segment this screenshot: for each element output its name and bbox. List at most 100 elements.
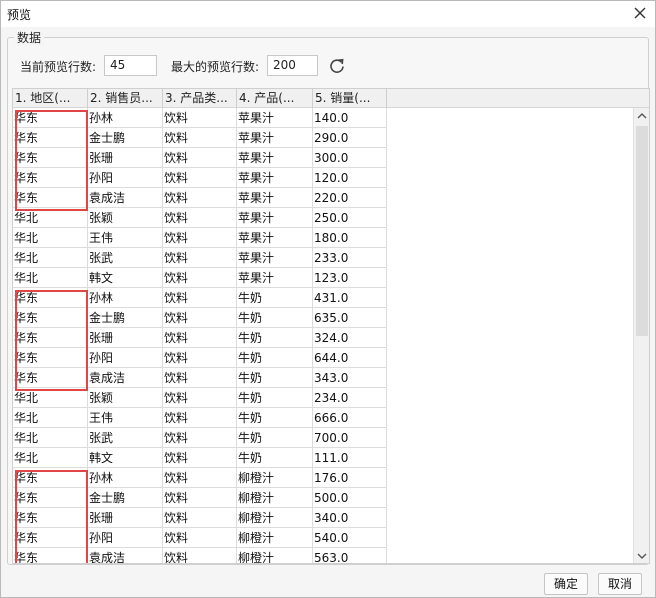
table-cell: 343.0 [313,368,387,388]
table-row[interactable]: 华东 孙林 饮料 牛奶 431.0 [13,288,387,308]
table-row[interactable]: 华东 袁成洁 饮料 牛奶 343.0 [13,368,387,388]
cancel-button[interactable]: 取消 [598,573,642,595]
current-rows-label: 当前预览行数: [20,60,97,74]
table-row[interactable]: 华北 王伟 饮料 牛奶 666.0 [13,408,387,428]
table-cell: 张颖 [88,388,163,408]
table-row[interactable]: 华东 袁成洁 饮料 柳橙汁 563.0 [13,548,387,563]
table-row[interactable]: 华北 张颖 饮料 苹果汁 250.0 [13,208,387,228]
table-cell: 饮料 [163,248,237,268]
table-row[interactable]: 华东 孙阳 饮料 牛奶 644.0 [13,348,387,368]
table-row[interactable]: 华东 张珊 饮料 苹果汁 300.0 [13,148,387,168]
table-row[interactable]: 华东 孙林 饮料 柳橙汁 176.0 [13,468,387,488]
table-row[interactable]: 华北 张武 饮料 牛奶 700.0 [13,428,387,448]
table-cell: 王伟 [88,408,163,428]
table-cell: 华东 [13,488,88,508]
table-cell: 华东 [13,148,88,168]
table-cell: 饮料 [163,268,237,288]
table-row[interactable]: 华北 张颖 饮料 牛奶 234.0 [13,388,387,408]
table-row[interactable]: 华东 金士鹏 饮料 苹果汁 290.0 [13,128,387,148]
table-cell: 华北 [13,208,88,228]
table-cell: 华东 [13,308,88,328]
table-cell: 孙林 [88,288,163,308]
table-cell: 644.0 [313,348,387,368]
table-cell: 饮料 [163,428,237,448]
table-cell: 220.0 [313,188,387,208]
table-cell: 苹果汁 [237,228,313,248]
table-cell: 华北 [13,228,88,248]
table-cell: 饮料 [163,368,237,388]
table-cell: 苹果汁 [237,188,313,208]
refresh-icon[interactable] [328,57,346,75]
table-cell: 孙林 [88,468,163,488]
table-row[interactable]: 华北 韩文 饮料 苹果汁 123.0 [13,268,387,288]
table-cell: 苹果汁 [237,268,313,288]
vertical-scrollbar[interactable] [633,108,649,563]
table-cell: 华东 [13,328,88,348]
title-bar: 预览 [1,1,655,27]
table-cell: 苹果汁 [237,208,313,228]
table-row[interactable]: 华北 韩文 饮料 牛奶 111.0 [13,448,387,468]
column-header[interactable]: 2. 销售员... [88,89,163,108]
table-cell: 饮料 [163,488,237,508]
column-header[interactable]: 3. 产品类... [163,89,237,108]
table-cell: 华北 [13,268,88,288]
scrollbar-thumb[interactable] [636,126,648,336]
table-cell: 华北 [13,408,88,428]
table-cell: 饮料 [163,128,237,148]
table-cell: 340.0 [313,508,387,528]
column-header[interactable]: 4. 产品(... [237,89,313,108]
table-row[interactable]: 华北 王伟 饮料 苹果汁 180.0 [13,228,387,248]
table-cell: 431.0 [313,288,387,308]
table-row[interactable]: 华东 金士鹏 饮料 牛奶 635.0 [13,308,387,328]
table-cell: 张武 [88,428,163,448]
column-header[interactable]: 5. 销量(... [313,89,387,108]
table-cell: 金士鹏 [88,308,163,328]
table-cell: 563.0 [313,548,387,563]
table-cell: 牛奶 [237,308,313,328]
table-cell: 华东 [13,348,88,368]
table-cell: 袁成洁 [88,188,163,208]
scroll-up-icon[interactable] [634,108,649,124]
column-header[interactable]: 1. 地区(... [13,89,88,108]
table-cell: 饮料 [163,148,237,168]
table-cell: 苹果汁 [237,148,313,168]
table-row[interactable]: 华东 孙阳 饮料 苹果汁 120.0 [13,168,387,188]
table-cell: 635.0 [313,308,387,328]
ok-button[interactable]: 确定 [544,573,588,595]
table-cell: 柳橙汁 [237,508,313,528]
table-row[interactable]: 华东 金士鹏 饮料 柳橙汁 500.0 [13,488,387,508]
table-cell: 饮料 [163,288,237,308]
table-cell: 孙林 [88,108,163,128]
table-row[interactable]: 华东 袁成洁 饮料 苹果汁 220.0 [13,188,387,208]
table-row[interactable]: 华东 孙阳 饮料 柳橙汁 540.0 [13,528,387,548]
table-cell: 华东 [13,288,88,308]
table-cell: 张武 [88,248,163,268]
close-icon[interactable] [631,4,649,22]
table-row[interactable]: 华东 张珊 饮料 牛奶 324.0 [13,328,387,348]
table-cell: 牛奶 [237,348,313,368]
table-cell: 韩文 [88,448,163,468]
current-rows-input[interactable]: 45 [104,55,157,76]
table-cell: 666.0 [313,408,387,428]
table-cell: 华东 [13,188,88,208]
table-cell: 苹果汁 [237,248,313,268]
data-group: 数据 当前预览行数: 45 最大的预览行数: 200 1. 地区(... 2. 销… [7,29,650,565]
table-cell: 123.0 [313,268,387,288]
preview-table: 1. 地区(... 2. 销售员... 3. 产品类... 4. 产品(... 5. 销… [12,88,650,564]
table-cell: 袁成洁 [88,368,163,388]
table-cell: 华东 [13,368,88,388]
scroll-down-icon[interactable] [634,548,649,563]
table-cell: 250.0 [313,208,387,228]
table-cell: 饮料 [163,308,237,328]
table-row[interactable]: 华北 张武 饮料 苹果汁 233.0 [13,248,387,268]
max-rows-input[interactable]: 200 [267,55,318,76]
table-cell: 华东 [13,528,88,548]
table-cell: 饮料 [163,468,237,488]
table-cell: 柳橙汁 [237,528,313,548]
table-cell: 120.0 [313,168,387,188]
table-cell: 176.0 [313,468,387,488]
table-row[interactable]: 华东 张珊 饮料 柳橙汁 340.0 [13,508,387,528]
table-cell: 300.0 [313,148,387,168]
table-cell: 牛奶 [237,428,313,448]
table-row[interactable]: 华东 孙林 饮料 苹果汁 140.0 [13,108,387,128]
